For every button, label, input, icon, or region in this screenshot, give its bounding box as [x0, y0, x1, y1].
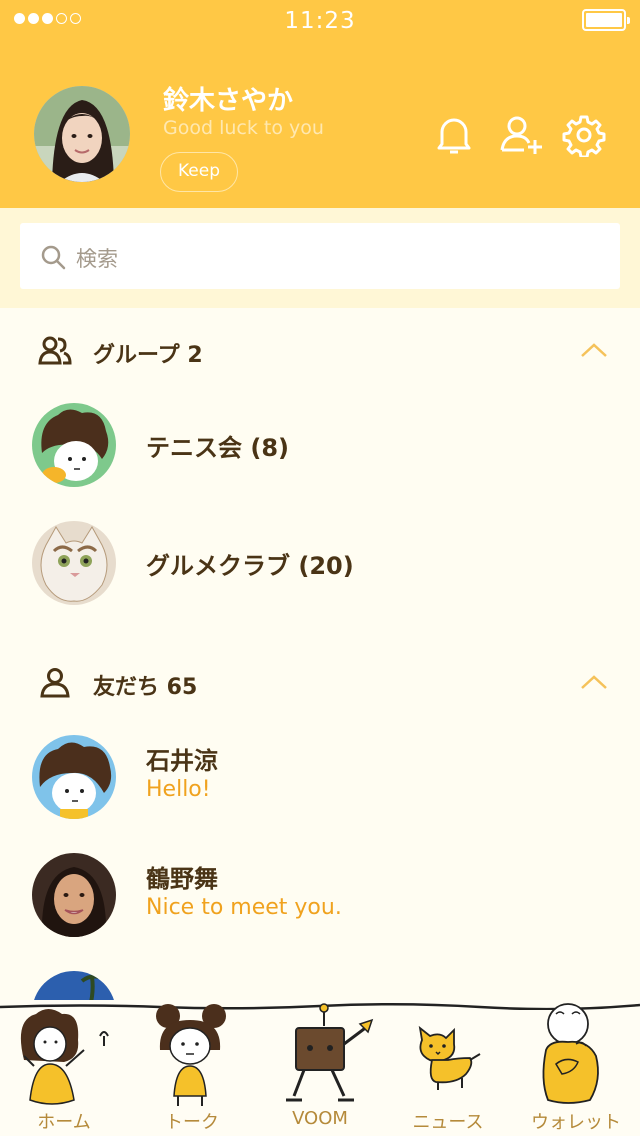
- groups-title: グループ 2: [93, 343, 203, 368]
- nav-wallet-label: ウォレット: [531, 1112, 621, 1133]
- friend-avatar: [32, 735, 116, 819]
- group-avatar: [32, 403, 116, 487]
- nav-home-label: ホーム: [37, 1112, 91, 1133]
- search-placeholder: 検索: [76, 247, 118, 271]
- news-icon: [418, 1025, 481, 1090]
- group-name: テニス会 (8): [146, 434, 289, 462]
- friend-row[interactable]: 鶴野舞 Nice to meet you.: [0, 845, 640, 945]
- nav-talk[interactable]: トーク: [128, 1000, 256, 1136]
- friend-name: 石井涼: [146, 747, 218, 775]
- person-icon: [40, 668, 70, 698]
- friends-title: 友だち 65: [93, 675, 198, 700]
- profile-name[interactable]: 鈴木さやか: [163, 80, 293, 117]
- profile-status-message[interactable]: Good luck to you: [163, 117, 324, 139]
- talk-icon: [156, 1004, 226, 1106]
- bell-icon[interactable]: [432, 113, 476, 157]
- nav-home[interactable]: ホーム: [0, 1000, 128, 1136]
- friend-status-message: Nice to meet you.: [146, 895, 342, 920]
- nav-wallet[interactable]: ウォレット: [512, 1000, 640, 1136]
- search-icon: [41, 245, 66, 270]
- nav-news[interactable]: ニュース: [384, 1000, 512, 1136]
- voom-icon: [286, 1003, 374, 1102]
- group-row-gourmet[interactable]: グルメクラブ (20): [0, 513, 640, 613]
- profile-header: 11:23 鈴木さやか Good luck to you Keep: [0, 0, 640, 208]
- friend-avatar: [32, 853, 116, 937]
- chevron-up-icon[interactable]: [580, 342, 608, 358]
- status-time: 11:23: [284, 8, 356, 34]
- profile-avatar[interactable]: [34, 86, 130, 182]
- friend-row[interactable]: 石井涼 Hello!: [0, 727, 640, 827]
- friend-name: 鶴野舞: [146, 865, 218, 893]
- home-icon: [20, 1009, 109, 1105]
- group-icon: [38, 336, 72, 365]
- battery-icon: [582, 9, 630, 31]
- chevron-up-icon[interactable]: [580, 674, 608, 690]
- group-row-tennis[interactable]: テニス会 (8): [0, 395, 640, 495]
- friend-status-message: Hello!: [146, 777, 211, 802]
- search-input[interactable]: 検索: [20, 223, 620, 289]
- groups-section-header[interactable]: グループ 2: [0, 320, 640, 380]
- status-bar: 11:23: [0, 0, 640, 40]
- add-friend-icon[interactable]: [498, 113, 542, 157]
- nav-talk-label: トーク: [165, 1112, 219, 1133]
- bottom-nav: ホーム トーク VOOM ニュース ウォレット: [0, 1000, 640, 1136]
- group-name: グルメクラブ (20): [146, 552, 354, 580]
- nav-voom-label: VOOM: [292, 1108, 348, 1129]
- group-avatar: [32, 521, 116, 605]
- settings-gear-icon[interactable]: [562, 113, 606, 159]
- search-area: 検索: [0, 208, 640, 308]
- keep-button[interactable]: Keep: [160, 152, 238, 192]
- friends-section-header[interactable]: 友だち 65: [0, 652, 640, 712]
- nav-voom[interactable]: VOOM: [256, 1000, 384, 1136]
- wallet-icon: [542, 1003, 599, 1104]
- nav-news-label: ニュース: [412, 1112, 484, 1133]
